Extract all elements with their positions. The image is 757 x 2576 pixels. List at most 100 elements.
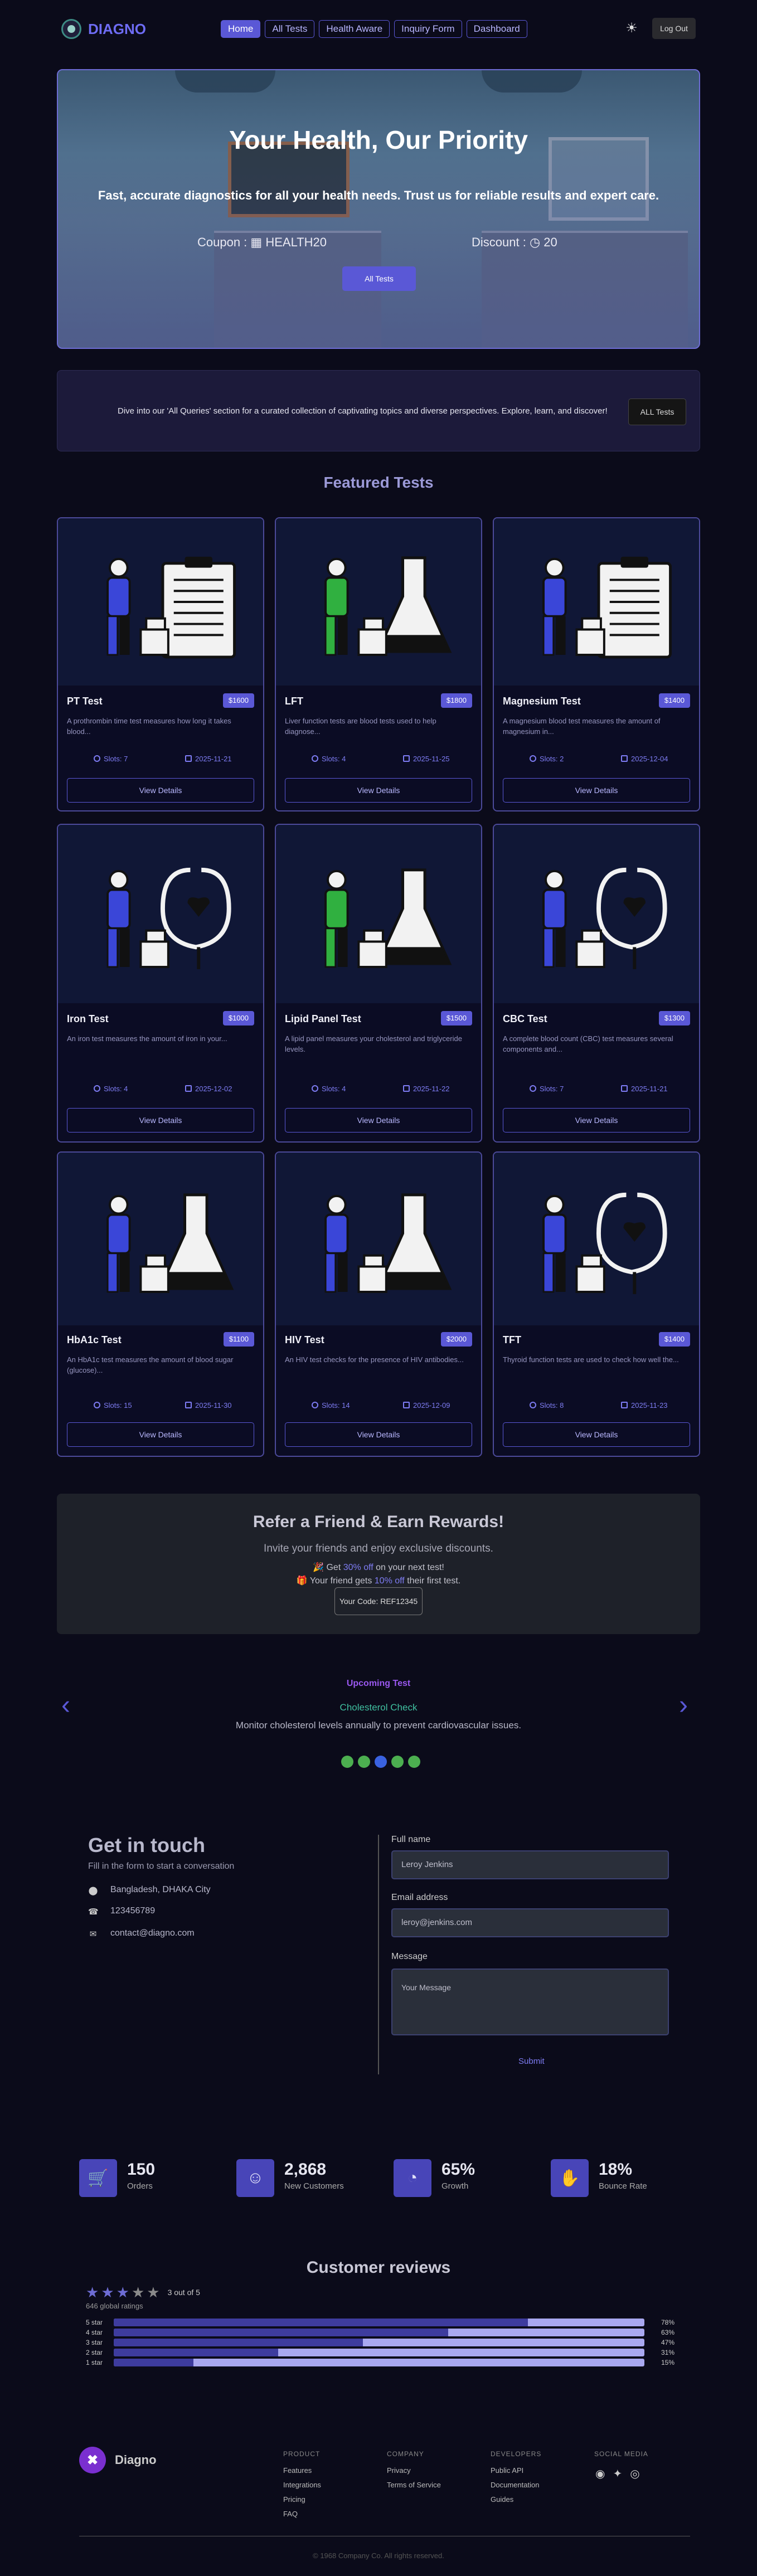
rating-stars: ★ ★ ★ ★ ★ 3 out of 5 [86, 2285, 200, 2300]
carousel-dot[interactable] [375, 1756, 387, 1768]
view-details-button[interactable]: View Details [67, 1422, 254, 1447]
brand-logo[interactable]: DIAGNO [61, 19, 146, 39]
carousel-dots [341, 1756, 420, 1768]
test-card: Lipid Panel Test $1500 A lipid panel measu… [275, 824, 482, 1143]
slots-icon [94, 1402, 100, 1408]
footer-link[interactable]: Public API [491, 2463, 541, 2478]
full-name-input[interactable]: Leroy Jenkins [391, 1850, 669, 1879]
rating-row: 1 star 15% [86, 2359, 688, 2366]
nav-health-aware[interactable]: Health Aware [319, 20, 390, 38]
carousel-dot[interactable] [391, 1756, 404, 1768]
test-card: LFT $1800 Liver function tests are blood t… [275, 517, 482, 811]
test-date: 2025-11-21 [185, 755, 232, 763]
footer-column-title: DEVELOPERS [491, 2450, 542, 2458]
test-description: A lipid panel measures your cholesterol … [285, 1034, 462, 1053]
message-textarea[interactable]: Your Message [391, 1969, 669, 2035]
rating-label: 5 star [86, 2319, 103, 2326]
view-details-button[interactable]: View Details [67, 778, 254, 803]
rating-percent: 63% [661, 2329, 675, 2336]
bounce-icon: ✋ [551, 2159, 589, 2197]
party-icon: 🎉 [313, 1563, 324, 1572]
test-price-badge: $1100 [223, 1332, 254, 1347]
coupon-label: Coupon : [197, 235, 248, 249]
test-price-badge: $1300 [658, 1011, 690, 1025]
footer-column-title: SOCIAL MEDIA [594, 2450, 648, 2458]
star-icon: ★ [101, 2284, 114, 2301]
instagram-icon[interactable]: ◎ [630, 2467, 639, 2481]
view-details-button[interactable]: View Details [285, 1422, 472, 1447]
social-icons: ◉ ✦ ◎ [595, 2467, 640, 2481]
banner-text: Dive into our 'All Queries' section for … [118, 406, 608, 416]
test-date: 2025-11-22 [403, 1085, 450, 1093]
gift-icon: 🎁 [296, 1576, 308, 1586]
footer-link[interactable]: Features [283, 2463, 321, 2478]
footer-link[interactable]: Privacy [387, 2463, 441, 2478]
test-slots: Slots: 4 [94, 1085, 128, 1093]
referral-code-button[interactable]: Your Code: REF12345 [334, 1587, 423, 1615]
sun-icon[interactable]: ☀ [624, 21, 639, 36]
rating-text: 3 out of 5 [167, 2288, 200, 2297]
carousel-dot[interactable] [341, 1756, 353, 1768]
discount-label: Discount : [472, 235, 526, 249]
test-name: CBC Test [503, 1013, 547, 1024]
rating-row: 3 star 47% [86, 2339, 688, 2346]
github-icon[interactable]: ◉ [595, 2467, 605, 2481]
logout-button[interactable]: Log Out [652, 18, 696, 39]
rating-label: 3 star [86, 2339, 103, 2346]
rating-bar-fill [114, 2329, 448, 2336]
footer-link[interactable]: Guides [491, 2492, 541, 2507]
calendar-icon [621, 1402, 628, 1408]
view-details-button[interactable]: View Details [503, 1108, 690, 1133]
calendar-icon [185, 1085, 192, 1092]
test-date: 2025-12-04 [621, 755, 668, 763]
copy-icon[interactable]: ▦ [250, 235, 262, 249]
nav-dashboard[interactable]: Dashboard [466, 20, 527, 38]
view-details-button[interactable]: View Details [285, 1108, 472, 1133]
nav-links: Home All Tests Health Aware Inquiry Form… [221, 20, 527, 38]
footer-logo[interactable]: ✖ Diagno [79, 2447, 157, 2473]
test-price-badge: $2000 [440, 1332, 472, 1347]
carousel-dot[interactable] [358, 1756, 370, 1768]
test-illustration [494, 1153, 699, 1325]
footer-link[interactable]: Documentation [491, 2478, 541, 2492]
view-details-button[interactable]: View Details [285, 778, 472, 803]
view-details-button[interactable]: View Details [503, 1422, 690, 1447]
footer-column-title: COMPANY [387, 2450, 424, 2458]
carousel-dot[interactable] [408, 1756, 420, 1768]
test-description: Thyroid function tests are used to check… [503, 1355, 679, 1364]
test-description: Liver function tests are blood tests use… [285, 717, 436, 736]
submit-button[interactable]: Submit [518, 2057, 545, 2066]
hero-all-tests-button[interactable]: All Tests [342, 266, 416, 291]
footer-link[interactable]: Terms of Service [387, 2478, 441, 2492]
contact-subtitle: Fill in the form to start a conversation [88, 1861, 235, 1871]
clock-icon: ◷ [529, 235, 541, 249]
view-details-button[interactable]: View Details [67, 1108, 254, 1133]
footer-link[interactable]: Integrations [283, 2478, 321, 2492]
test-illustration [58, 518, 263, 686]
footer-link[interactable]: FAQ [283, 2507, 321, 2521]
location-icon: ⬤ [88, 1886, 98, 1895]
twitter-icon[interactable]: ✦ [613, 2467, 622, 2481]
rating-label: 4 star [86, 2329, 103, 2336]
test-description: A magnesium blood test measures the amou… [503, 717, 661, 736]
banner-all-tests-button[interactable]: ALL Tests [628, 398, 686, 425]
nav-home[interactable]: Home [221, 20, 261, 38]
full-name-label: Full name [391, 1835, 431, 1844]
slots-icon [312, 755, 318, 762]
view-details-button[interactable]: View Details [503, 778, 690, 803]
star-icon: ★ [147, 2284, 160, 2301]
nav-inquiry-form[interactable]: Inquiry Form [394, 20, 462, 38]
test-slots: Slots: 7 [530, 1085, 564, 1093]
rating-label: 1 star [86, 2359, 103, 2366]
test-name: PT Test [67, 696, 103, 707]
rating-bar [114, 2339, 644, 2346]
nav-all-tests[interactable]: All Tests [265, 20, 315, 38]
star-icon: ★ [131, 2284, 145, 2301]
test-name: LFT [285, 696, 303, 707]
test-illustration [276, 1153, 481, 1325]
divider [378, 1835, 379, 2074]
hero-subtitle: Fast, accurate diagnostics for all your … [98, 188, 659, 202]
email-input[interactable]: leroy@jenkins.com [391, 1908, 669, 1937]
footer-link[interactable]: Pricing [283, 2492, 321, 2507]
refer-line: 🎉 Get 30% off on your next test! [313, 1563, 444, 1572]
